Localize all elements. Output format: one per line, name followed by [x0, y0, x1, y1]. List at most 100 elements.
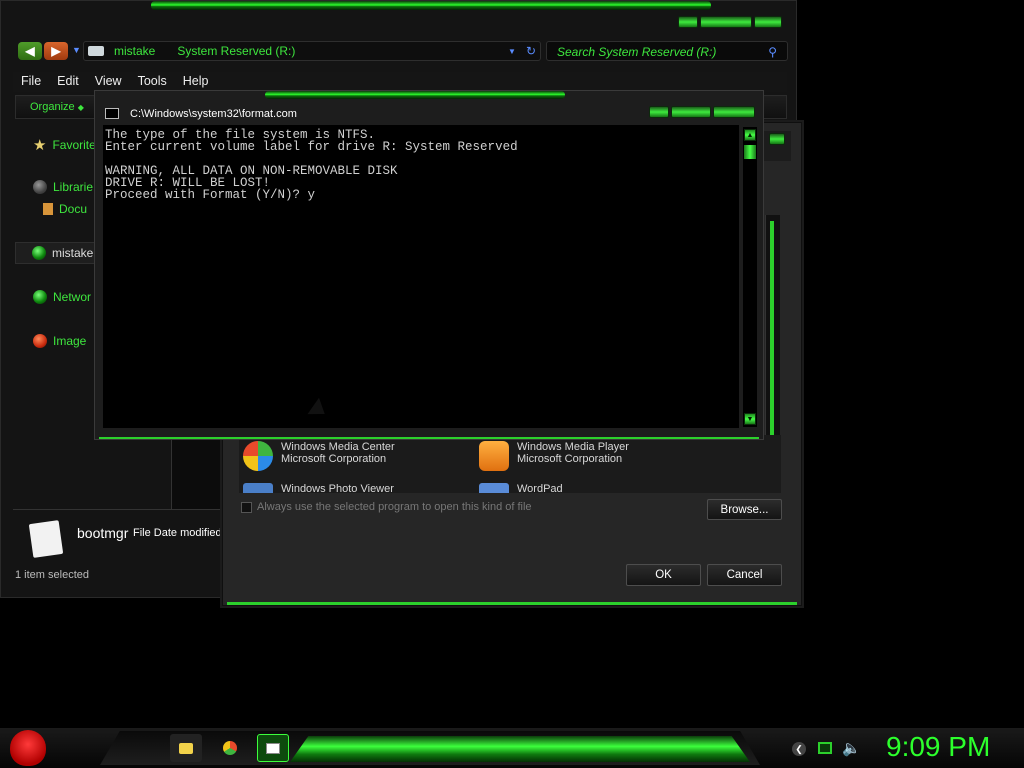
organize-dropdown-icon: ◆ [77, 103, 84, 112]
menu-help[interactable]: Help [175, 72, 217, 92]
nav-favorites[interactable]: ★ Favorite [33, 136, 96, 154]
back-arrow-icon: ◀ [25, 44, 35, 58]
always-use-option[interactable]: Always use the selected program to open … [241, 501, 532, 513]
taskbar-console-button[interactable] [257, 734, 289, 762]
program-item-media-player[interactable]: Windows Media Player Microsoft Corporati… [479, 441, 629, 471]
details-pane: bootmgr File Date modified: [13, 509, 225, 564]
ok-button[interactable]: OK [626, 564, 701, 586]
explorer-title-glow [151, 1, 711, 10]
chrome-icon [223, 741, 237, 755]
console-maximize-button[interactable] [671, 106, 711, 118]
program-name: Windows Media Center [281, 441, 395, 453]
folder-icon [179, 742, 193, 754]
search-input[interactable]: Search System Reserved (R:) ⚲ [546, 41, 788, 61]
menu-view[interactable]: View [87, 72, 130, 92]
minimize-button[interactable] [678, 16, 698, 28]
angry-bird-start-icon[interactable] [10, 730, 46, 766]
console-line: Proceed with Format (Y/N)? y [105, 188, 316, 202]
always-use-label: Always use the selected program to open … [257, 501, 532, 513]
console-window: C:\Windows\system32\format.com The type … [94, 90, 764, 440]
refresh-icon[interactable]: ↻ [526, 44, 536, 58]
windows-media-center-icon [243, 441, 273, 471]
console-title-glow [265, 91, 565, 99]
show-hidden-icons-arrow-icon[interactable]: ❮ [792, 742, 806, 756]
taskbar-chrome-button[interactable] [214, 734, 246, 762]
drive-icon [88, 46, 104, 56]
nav-documents[interactable]: Docu [43, 202, 87, 216]
scroll-down-arrow[interactable]: ▼ [744, 413, 756, 425]
wordpad-icon [479, 483, 509, 493]
nav-image[interactable]: Image [33, 334, 86, 348]
console-output[interactable]: The type of the file system is NTFS. Ente… [103, 125, 739, 428]
program-publisher: Microsoft Corporation [517, 453, 623, 465]
nav-libraries[interactable]: Librarie [33, 180, 93, 194]
cancel-button[interactable]: Cancel [707, 564, 782, 586]
nav-libraries-label: Librarie [53, 180, 94, 194]
history-dropdown-icon[interactable]: ▼ [72, 45, 81, 55]
console-bottom-glow [99, 437, 759, 439]
star-icon: ★ [33, 137, 47, 154]
details-file-name: bootmgr [77, 525, 129, 541]
forward-button[interactable]: ▶ [44, 42, 68, 60]
search-icon[interactable]: ⚲ [768, 45, 777, 59]
details-meta-label: File Date modified: [133, 527, 225, 539]
scroll-up-arrow[interactable]: ▲ [744, 129, 756, 141]
nav-documents-label: Docu [59, 202, 88, 216]
speaker-icon[interactable]: 🔈 [842, 739, 861, 757]
dialog-bottom-glow [227, 602, 797, 605]
console-close-button[interactable] [713, 106, 755, 118]
nav-network-label: Networ [53, 290, 92, 304]
nav-network[interactable]: Networ [33, 290, 91, 304]
program-item-media-center[interactable]: Windows Media Center Microsoft Corporati… [243, 441, 395, 471]
console-caption-buttons [649, 106, 755, 118]
console-title: C:\Windows\system32\format.com [130, 108, 297, 120]
console-scrollbar[interactable]: ▲ ▼ [743, 127, 757, 427]
console-icon [105, 108, 119, 119]
nav-image-label: Image [53, 334, 87, 348]
menu-file[interactable]: File [13, 72, 49, 92]
scrollbar-thumb[interactable] [770, 221, 774, 471]
homegroup-icon [32, 246, 46, 260]
program-name: WordPad [517, 483, 563, 493]
console-line: Enter current volume label for drive R: … [105, 140, 518, 154]
documents-icon [43, 203, 53, 215]
taskbar-explorer-button[interactable] [170, 734, 202, 762]
image-icon [33, 334, 47, 348]
address-bar[interactable]: mistake System Reserved (R:) ▼ ↻ [83, 41, 541, 61]
menu-bar: File Edit View Tools Help [13, 72, 787, 92]
file-icon [28, 520, 64, 558]
libraries-icon [33, 180, 47, 194]
status-bar-text: 1 item selected [15, 569, 89, 581]
address-dropdown-icon[interactable]: ▼ [508, 47, 516, 56]
monitor-icon[interactable] [818, 742, 832, 754]
nav-homegroup[interactable]: mistake [15, 242, 95, 264]
close-button[interactable] [754, 16, 782, 28]
explorer-caption-buttons [678, 16, 782, 28]
open-with-close-button[interactable] [769, 133, 785, 145]
open-with-caption [769, 133, 785, 145]
breadcrumb-drive[interactable]: System Reserved (R:) [177, 44, 295, 58]
always-use-checkbox[interactable] [241, 501, 252, 513]
search-placeholder: Search System Reserved (R:) [557, 45, 717, 59]
taskbar-clock[interactable]: 9:09 PM [886, 731, 990, 763]
console-minimize-button[interactable] [649, 106, 669, 118]
program-item-photo-viewer[interactable]: Windows Photo Viewer [243, 483, 394, 493]
file-list-area [171, 439, 224, 512]
menu-edit[interactable]: Edit [49, 72, 87, 92]
breadcrumb-folder[interactable]: mistake [114, 44, 155, 58]
back-button[interactable]: ◀ [18, 42, 42, 60]
organize-button[interactable]: Organize ◆ [30, 101, 84, 113]
browse-button[interactable]: Browse... [707, 499, 782, 520]
nav-favorites-label: Favorite [52, 138, 96, 152]
console-scroll-thumb[interactable] [744, 145, 756, 159]
program-publisher: Microsoft Corporation [281, 453, 387, 465]
photo-viewer-icon [243, 483, 273, 493]
taskbar-glow [290, 736, 750, 762]
forward-arrow-icon: ▶ [51, 44, 61, 58]
program-name: Windows Photo Viewer [281, 483, 394, 493]
maximize-button[interactable] [700, 16, 752, 28]
menu-tools[interactable]: Tools [130, 72, 175, 92]
program-item-wordpad[interactable]: WordPad [479, 483, 563, 493]
network-icon [33, 290, 47, 304]
program-name: Windows Media Player [517, 441, 629, 453]
